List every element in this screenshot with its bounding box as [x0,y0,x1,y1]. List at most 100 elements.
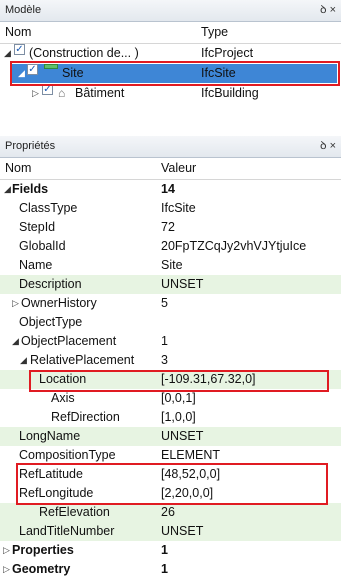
expand-arrow-icon[interactable]: ◢ [20,351,27,370]
tree-row-site[interactable]: ◢ ✓ Site IfcSite [0,64,341,83]
prop-value: 20FpTZCqJy2vhVJYtjuIce [161,239,307,253]
panel-gap [0,104,341,136]
properties-column-header: Nom Valeur [0,158,341,180]
close-icon[interactable]: × [330,140,339,152]
properties-panel-title-text: Propriétés [5,140,56,152]
prop-row-name[interactable]: Name Site [0,256,341,275]
prop-row-axis[interactable]: Axis [0,0,1] [0,389,341,408]
prop-row-objectplacement[interactable]: ◢ ObjectPlacement 1 [0,332,341,351]
prop-value: 5 [161,296,168,310]
tree-item-label: (Construction de... ) [29,46,139,60]
prop-value: Site [161,258,183,272]
expand-arrow-icon[interactable]: ◢ [12,332,19,351]
tree-item-type: IfcProject [201,46,254,60]
prop-row-reflongitude[interactable]: RefLongitude [2,20,0,0] [0,484,341,503]
pin-icon[interactable]: ꝺ [320,140,330,152]
prop-value: [-109.31,67.32,0] [161,372,256,386]
expand-arrow-icon[interactable]: ◢ [18,64,25,83]
prop-row-fields[interactable]: ◢ Fields 14 [0,180,341,199]
prop-value: 26 [161,505,175,519]
column-header-name[interactable]: Nom [5,22,31,43]
column-header-type[interactable]: Type [201,22,228,43]
prop-name: RelativePlacement [30,353,135,367]
tree-row-project[interactable]: ◢ ✓ (Construction de... ) IfcProject [0,44,341,63]
prop-value: UNSET [161,524,204,538]
prop-row-refdirection[interactable]: RefDirection [1,0,0] [0,408,341,427]
visibility-checkbox[interactable]: ✓ [27,64,38,75]
prop-name: RefLatitude [19,467,83,481]
prop-value: 1 [161,562,168,576]
properties-panel-title: Propriétés ꝺ× [0,136,341,158]
collapse-arrow-icon[interactable]: ▷ [32,84,39,103]
site-icon [44,64,58,69]
collapse-arrow-icon[interactable]: ▷ [12,294,19,313]
prop-name: Location [39,372,87,386]
prop-value: ELEMENT [161,448,221,462]
prop-row-globalid[interactable]: GlobalId 20FpTZCqJy2vhVJYtjuIce [0,237,341,256]
prop-name: RefDirection [51,410,120,424]
prop-value: 72 [161,220,175,234]
prop-value: IfcSite [161,201,196,215]
column-header-name[interactable]: Nom [5,158,31,179]
column-header-value[interactable]: Valeur [161,158,196,179]
prop-name: Properties [12,543,74,557]
prop-name: StepId [19,220,56,234]
prop-row-classtype[interactable]: ClassType IfcSite [0,199,341,218]
prop-row-description[interactable]: Description UNSET [0,275,341,294]
prop-row-refelevation[interactable]: RefElevation 26 [0,503,341,522]
prop-row-objecttype[interactable]: ObjectType [0,313,341,332]
prop-value: [0,0,1] [161,391,196,405]
tree-row-building[interactable]: ▷ ✓ ⌂ Bâtiment IfcBuilding [0,84,341,103]
prop-row-compositiontype[interactable]: CompositionType ELEMENT [0,446,341,465]
tree-item-label: Bâtiment [75,86,125,100]
close-icon[interactable]: × [330,4,339,16]
tree-item-type: IfcSite [201,66,236,80]
prop-name: Axis [51,391,75,405]
panel-tools[interactable]: ꝺ× [320,0,339,21]
prop-name: ClassType [19,201,78,215]
prop-name: Geometry [12,562,71,576]
prop-value: [2,20,0,0] [161,486,214,500]
prop-row-geometry[interactable]: ▷ Geometry 1 [0,560,341,579]
prop-value: 3 [161,353,168,367]
pin-icon[interactable]: ꝺ [320,4,330,16]
prop-name: Fields [12,182,49,196]
prop-name: RefLongitude [19,486,94,500]
prop-row-properties[interactable]: ▷ Properties 1 [0,541,341,560]
prop-row-ownerhistory[interactable]: ▷ OwnerHistory 5 [0,294,341,313]
prop-value: 1 [161,334,168,348]
prop-name: Name [19,258,53,272]
prop-name: LandTitleNumber [19,524,115,538]
prop-name: GlobalId [19,239,66,253]
prop-value: 14 [161,182,175,196]
visibility-checkbox[interactable]: ✓ [14,44,25,55]
visibility-checkbox[interactable]: ✓ [42,84,53,95]
prop-row-location[interactable]: Location [-109.31,67.32,0] [0,370,341,389]
prop-name: LongName [19,429,81,443]
collapse-arrow-icon[interactable]: ▷ [3,541,10,560]
prop-value: [1,0,0] [161,410,196,424]
prop-name: ObjectPlacement [21,334,117,348]
prop-row-longname[interactable]: LongName UNSET [0,427,341,446]
panel-tools[interactable]: ꝺ× [320,136,339,157]
model-panel-title: Modèle ꝺ× [0,0,341,22]
prop-row-relativeplacement[interactable]: ◢ RelativePlacement 3 [0,351,341,370]
prop-name: CompositionType [19,448,116,462]
building-icon: ⌂ [58,86,66,100]
prop-value: UNSET [161,277,204,291]
expand-arrow-icon[interactable]: ◢ [4,180,11,199]
tree-item-type: IfcBuilding [201,86,259,100]
prop-name: Description [19,277,82,291]
prop-name: OwnerHistory [21,296,97,310]
prop-row-stepid[interactable]: StepId 72 [0,218,341,237]
collapse-arrow-icon[interactable]: ▷ [3,560,10,579]
prop-value: 1 [161,543,168,557]
prop-row-reflatitude[interactable]: RefLatitude [48,52,0,0] [0,465,341,484]
prop-row-landtitlenumber[interactable]: LandTitleNumber UNSET [0,522,341,541]
model-column-header: Nom Type [0,22,341,44]
tree-item-label: Site [62,66,84,80]
prop-value: [48,52,0,0] [161,467,221,481]
prop-name: RefElevation [39,505,110,519]
expand-arrow-icon[interactable]: ◢ [4,44,11,63]
model-panel-title-text: Modèle [5,4,42,16]
